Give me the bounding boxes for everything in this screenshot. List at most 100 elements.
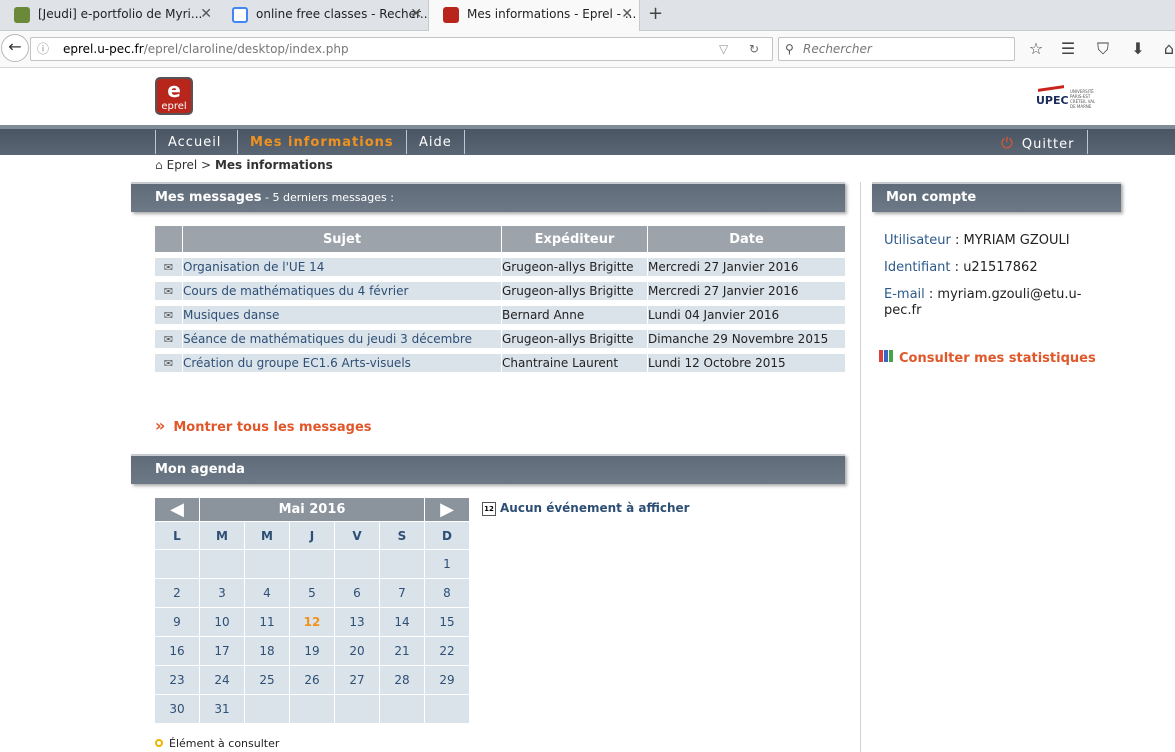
calendar-empty-cell xyxy=(155,550,200,579)
col-subject: Sujet xyxy=(182,226,501,252)
eprel-logo[interactable]: e eprel xyxy=(155,77,193,115)
calendar-day[interactable]: 5 xyxy=(290,579,335,608)
table-row[interactable]: ✉ Séance de mathématiques du jeudi 3 déce… xyxy=(155,324,845,348)
col-icon xyxy=(155,226,182,252)
calendar-day[interactable]: 22 xyxy=(425,637,470,666)
tab-eportfolio[interactable]: [Jeudi] e-portfolio de Myri... ✕ xyxy=(0,0,218,31)
agenda-title: Mon agenda xyxy=(155,462,245,477)
calendar-day[interactable]: 20 xyxy=(335,637,380,666)
messages-header: Mes messages - 5 derniers messages : xyxy=(131,182,845,212)
menu-accueil[interactable]: Accueil xyxy=(155,130,233,154)
table-row[interactable]: ✉ Musiques danse Bernard Anne Lundi 04 Janv… xyxy=(155,300,845,324)
download-icon[interactable]: ⬇ xyxy=(1127,39,1149,59)
next-month-button[interactable]: ▶ xyxy=(425,498,470,522)
calendar-day[interactable]: 14 xyxy=(380,608,425,637)
calendar-day[interactable]: 13 xyxy=(335,608,380,637)
message-subject[interactable]: Organisation de l'UE 14 xyxy=(182,252,501,276)
calendar-day[interactable]: 7 xyxy=(380,579,425,608)
calendar-empty-cell xyxy=(380,550,425,579)
calendar-day[interactable]: 21 xyxy=(380,637,425,666)
calendar-day[interactable]: 16 xyxy=(155,637,200,666)
quit-label: Quitter xyxy=(1021,137,1075,152)
statistics-link[interactable]: Consulter mes statistiques xyxy=(879,350,1096,366)
calendar-legend: Élément à consulter xyxy=(155,737,279,750)
message-sender: Chantraine Laurent xyxy=(501,348,647,372)
calendar-day[interactable]: 24 xyxy=(200,666,245,695)
calendar-day[interactable]: 29 xyxy=(425,666,470,695)
calendar-day[interactable]: 25 xyxy=(245,666,290,695)
calendar: ◀ Mai 2016 ▶ LMMJVSD 1 2 3 4 5 6 7 8 9 10 11 12 13 14… xyxy=(155,498,470,724)
calendar-day[interactable]: 28 xyxy=(380,666,425,695)
prev-month-button[interactable]: ◀ xyxy=(155,498,200,522)
envelope-icon: ✉ xyxy=(155,276,182,300)
menu-aide[interactable]: Aide xyxy=(406,130,465,154)
calendar-week: 16 17 18 19 20 21 22 xyxy=(155,637,470,666)
url-bar[interactable]: ⓘ eprel.u-pec.fr/eprel/claroline/desktop… xyxy=(30,37,773,61)
tab-mes-informations[interactable]: Mes informations - Eprel - ... ✕ xyxy=(428,0,640,32)
calendar-day[interactable]: 23 xyxy=(155,666,200,695)
message-date: Lundi 04 Janvier 2016 xyxy=(647,300,845,324)
calendar-day[interactable]: 30 xyxy=(155,695,200,724)
close-tab-icon[interactable]: ✕ xyxy=(200,0,212,29)
info-icon[interactable]: ⓘ xyxy=(37,38,50,60)
message-sender: Grugeon-allys Brigitte xyxy=(501,252,647,276)
legend-label: Élément à consulter xyxy=(169,737,280,750)
power-icon: ⏻ xyxy=(1001,134,1014,152)
calendar-day[interactable]: 8 xyxy=(425,579,470,608)
search-icon: ⚲ xyxy=(785,42,794,56)
tab-title: Mes informations - Eprel - ... xyxy=(467,7,637,21)
calendar-day[interactable]: 15 xyxy=(425,608,470,637)
show-all-messages-link[interactable]: » Montrer tous les messages xyxy=(155,416,372,435)
user-value: MYRIAM GZOULI xyxy=(963,233,1070,248)
tab-search[interactable]: online free classes - Recher... ✕ xyxy=(218,0,428,31)
search-input[interactable]: ⚲ Rechercher xyxy=(778,37,1015,61)
upec-logo[interactable]: UPEC UNIVERSITÉ PARIS-EST CRÉTEIL VAL DE… xyxy=(1036,85,1098,111)
calendar-day[interactable]: 12 xyxy=(290,608,335,637)
calendar-day[interactable]: 17 xyxy=(200,637,245,666)
message-subject[interactable]: Musiques danse xyxy=(182,300,501,324)
calendar-day[interactable]: 6 xyxy=(335,579,380,608)
new-tab-button[interactable]: + xyxy=(648,3,663,24)
message-date: Lundi 12 Octobre 2015 xyxy=(647,348,845,372)
calendar-day[interactable]: 27 xyxy=(335,666,380,695)
breadcrumb-root[interactable]: Eprel xyxy=(167,158,198,172)
table-row[interactable]: ✉ Cours de mathématiques du 4 février Grug… xyxy=(155,276,845,300)
account-id: Identifiant : u21517862 xyxy=(884,260,1038,275)
dropdown-icon[interactable]: ▽ xyxy=(719,38,728,60)
calendar-day[interactable]: 1 xyxy=(425,550,470,579)
calendar-week: 30 31 xyxy=(155,695,470,724)
calendar-day[interactable]: 3 xyxy=(200,579,245,608)
calendar-day[interactable]: 26 xyxy=(290,666,335,695)
message-subject[interactable]: Création du groupe EC1.6 Arts-visuels xyxy=(182,348,501,372)
calendar-day[interactable]: 2 xyxy=(155,579,200,608)
home-icon[interactable]: ⌂ xyxy=(1158,39,1175,59)
back-button[interactable]: ← xyxy=(1,34,29,62)
calendar-day[interactable]: 19 xyxy=(290,637,335,666)
message-sender: Grugeon-allys Brigitte xyxy=(501,324,647,348)
message-subject[interactable]: Séance de mathématiques du jeudi 3 décem… xyxy=(182,324,501,348)
table-row[interactable]: ✉ Organisation de l'UE 14 Grugeon-allys Br… xyxy=(155,252,845,276)
calendar-empty-cell xyxy=(290,550,335,579)
calendar-day[interactable]: 18 xyxy=(245,637,290,666)
reading-list-icon[interactable]: ☰ xyxy=(1057,39,1079,59)
calendar-day[interactable]: 9 xyxy=(155,608,200,637)
calendar-empty-cell xyxy=(335,550,380,579)
close-tab-icon[interactable]: ✕ xyxy=(410,0,422,29)
bookmark-star-icon[interactable]: ☆ xyxy=(1025,39,1047,59)
id-value: u21517862 xyxy=(963,260,1038,275)
reload-icon[interactable]: ↻ xyxy=(749,38,759,60)
calendar-day[interactable]: 31 xyxy=(200,695,245,724)
eprel-favicon-icon xyxy=(443,7,459,23)
calendar-day[interactable]: 11 xyxy=(245,608,290,637)
breadcrumb-current: Mes informations xyxy=(214,158,333,172)
message-subject[interactable]: Cours de mathématiques du 4 février xyxy=(182,276,501,300)
pocket-icon[interactable]: ⛉ xyxy=(1092,39,1114,59)
envelope-icon: ✉ xyxy=(155,348,182,372)
table-row[interactable]: ✉ Création du groupe EC1.6 Arts-visuels Ch… xyxy=(155,348,845,372)
menu-mes-informations[interactable]: Mes informations xyxy=(237,130,406,154)
quit-button[interactable]: ⏻ Quitter xyxy=(995,130,1088,154)
calendar-day[interactable]: 10 xyxy=(200,608,245,637)
calendar-day[interactable]: 4 xyxy=(245,579,290,608)
calendar-empty-cell xyxy=(335,695,380,724)
close-tab-icon[interactable]: ✕ xyxy=(621,0,633,29)
